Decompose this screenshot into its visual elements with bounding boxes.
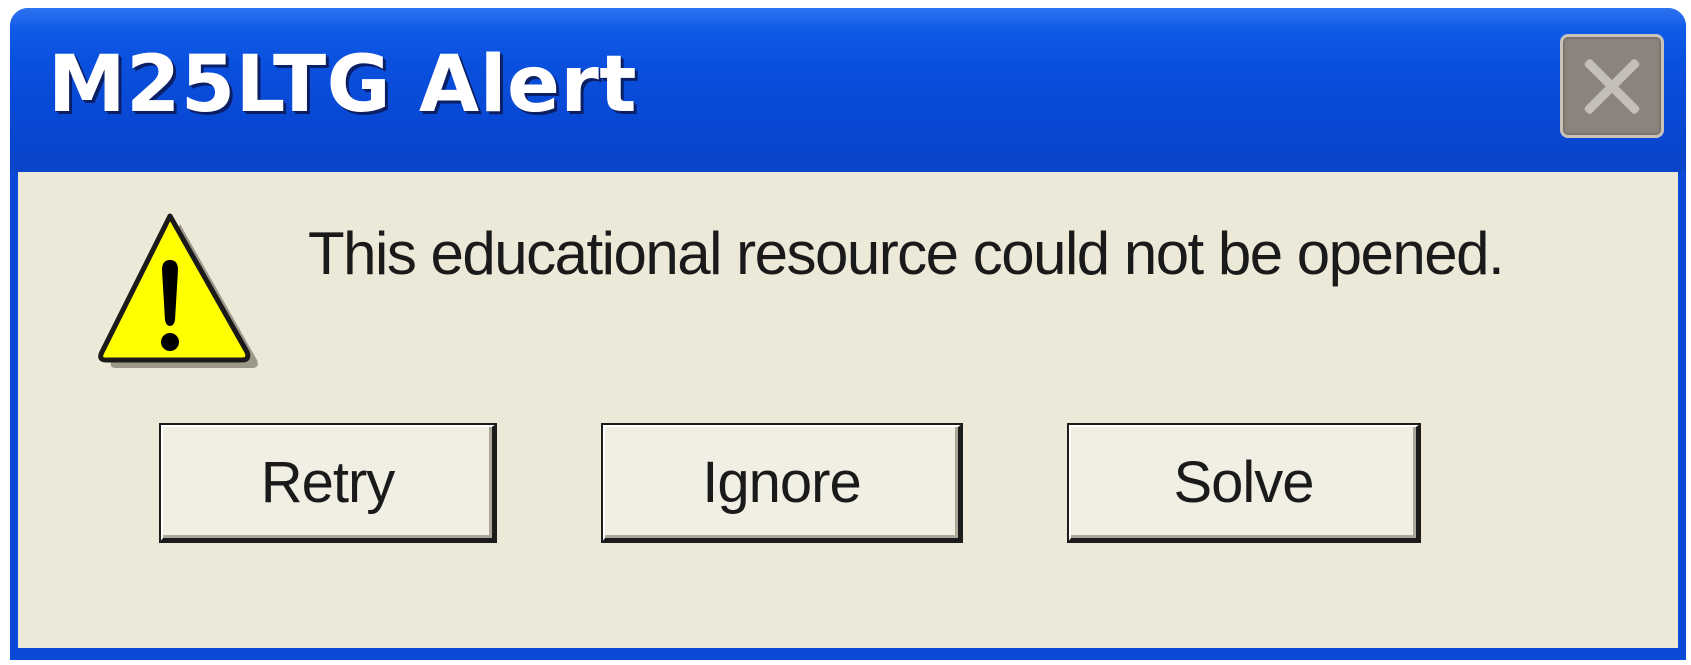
close-button[interactable] (1560, 34, 1664, 138)
alert-dialog: M25LTG Alert This educational resource c… (10, 8, 1686, 660)
solve-button[interactable]: Solve (1067, 423, 1421, 543)
alert-message: This educational resource could not be o… (308, 220, 1505, 287)
dialog-body: This educational resource could not be o… (18, 172, 1678, 648)
retry-button[interactable]: Retry (159, 423, 497, 543)
warning-icon (98, 213, 258, 368)
window-title: M25LTG Alert (48, 40, 638, 130)
ignore-button[interactable]: Ignore (601, 423, 963, 543)
title-bar[interactable]: M25LTG Alert (10, 8, 1686, 172)
